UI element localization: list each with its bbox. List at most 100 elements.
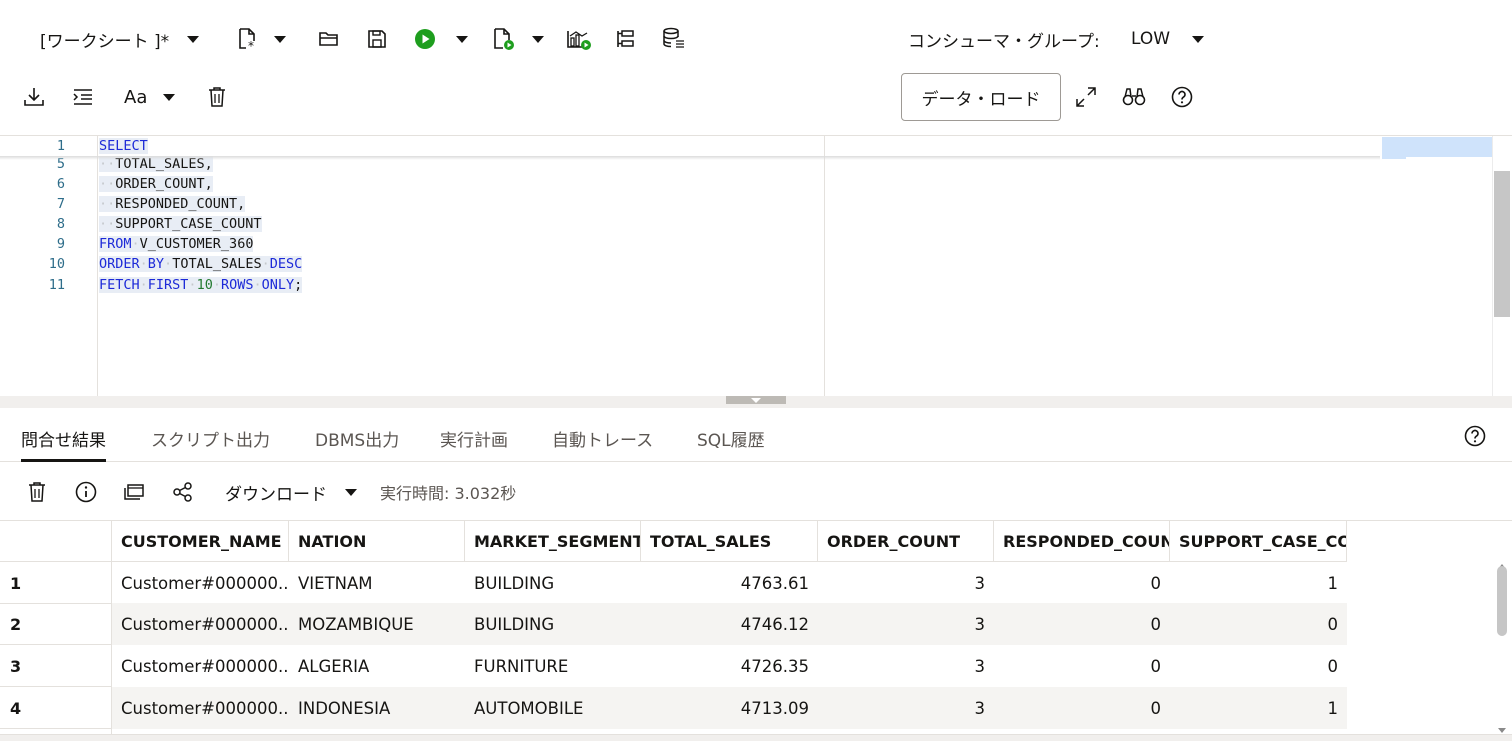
table-cell[interactable]: ALGERIA [289, 645, 465, 687]
column-header-nation[interactable]: NATION [289, 521, 465, 562]
table-row[interactable]: 4 Customer#000000... INDONESIA AUTOMOBILE 47… [0, 687, 1347, 729]
save-icon [367, 29, 387, 49]
new-file-button[interactable]: * [236, 22, 286, 56]
code-token: ·· [99, 176, 116, 192]
table-cell[interactable]: 3 [818, 562, 994, 604]
chevron-down-icon [163, 93, 176, 101]
run-script-icon [492, 27, 516, 51]
table-row[interactable]: 2 Customer#000000... MOZAMBIQUE BUILDING 474… [0, 603, 1347, 645]
info-button[interactable] [75, 478, 97, 506]
main-toolbar: [ワークシート ]* * コンシューマ・グループ: LOW [0, 0, 1512, 78]
code-line: ··ORDER_COUNT, [99, 174, 213, 194]
editor-scrollbar[interactable] [1494, 171, 1510, 317]
find-button[interactable] [1122, 86, 1146, 112]
column-header-order-count[interactable]: ORDER_COUNT [818, 521, 994, 562]
explain-plan-button[interactable] [566, 22, 592, 56]
table-cell[interactable]: 1 [1170, 687, 1347, 729]
column-header-total-sales[interactable]: TOTAL_SALES [641, 521, 818, 562]
table-cell[interactable]: AUTOMOBILE [465, 687, 641, 729]
collapse-handle[interactable] [726, 396, 786, 404]
results-toolbar: ダウンロード 実行時間: 3.032秒 [0, 462, 1512, 520]
tab-script-output[interactable]: スクリプト出力 [151, 426, 270, 462]
chevron-down-icon[interactable] [532, 35, 544, 43]
chevron-down-icon[interactable] [456, 35, 468, 43]
table-cell[interactable]: MOZAMBIQUE [289, 603, 465, 645]
tab-autotrace[interactable]: 自動トレース [552, 426, 653, 462]
sql-history-button[interactable] [662, 22, 686, 56]
tab-explain-plan[interactable]: 実行計画 [440, 426, 508, 462]
table-cell[interactable]: 0 [994, 562, 1170, 604]
line-number: 10 [48, 256, 65, 272]
clear-results-button[interactable] [27, 478, 47, 506]
table-cell[interactable]: BUILDING [465, 603, 641, 645]
code-token: ROWS [220, 277, 254, 293]
table-cell[interactable]: 3 [818, 687, 994, 729]
share-button[interactable] [172, 478, 194, 506]
worksheet-selector[interactable]: [ワークシート ]* [40, 22, 200, 56]
table-cell[interactable]: Customer#000000... [112, 645, 289, 687]
help-button[interactable] [1171, 86, 1193, 112]
download-icon [23, 86, 45, 108]
table-row[interactable]: 3 Customer#000000... ALGERIA FURNITURE 4726.… [0, 645, 1347, 687]
table-cell[interactable]: 4726.35 [641, 645, 818, 687]
run-button[interactable] [414, 22, 468, 56]
download-dropdown[interactable]: ダウンロード [225, 478, 357, 506]
table-cell[interactable]: 0 [994, 603, 1170, 645]
table-cell[interactable]: 0 [1170, 645, 1347, 687]
column-header-support-case-count[interactable]: SUPPORT_CASE_COUNT [1170, 521, 1347, 562]
expand-button[interactable] [1075, 86, 1097, 112]
download-button[interactable] [23, 80, 45, 114]
autotrace-icon [615, 29, 637, 49]
font-size-button[interactable]: Aa [124, 80, 176, 114]
table-row[interactable]: 1 Customer#000000... VIETNAM BUILDING 4763.6… [0, 562, 1347, 604]
run-script-button[interactable] [492, 22, 544, 56]
column-header-customer-name[interactable]: CUSTOMER_NAME [112, 521, 289, 562]
table-cell[interactable]: 4746.12 [641, 603, 818, 645]
minimap[interactable] [1382, 137, 1492, 157]
format-button[interactable] [72, 80, 94, 114]
code-token: TOTAL_SALES [172, 256, 262, 272]
scroll-down-icon[interactable] [1498, 728, 1506, 733]
save-button[interactable] [367, 22, 387, 56]
autotrace-button[interactable] [615, 22, 637, 56]
chevron-down-icon[interactable] [274, 35, 286, 43]
table-cell[interactable]: Customer#000000... [112, 562, 289, 604]
tab-query-result[interactable]: 問合せ結果 [21, 426, 106, 462]
clear-button[interactable] [207, 80, 227, 114]
code-token: · [164, 256, 173, 272]
table-cell[interactable]: FURNITURE [465, 645, 641, 687]
tab-dbms-output[interactable]: DBMS出力 [315, 426, 399, 462]
column-header-responded-count[interactable]: RESPONDED_COUNT [994, 521, 1170, 562]
results-help-button[interactable] [1464, 425, 1486, 451]
table-cell[interactable]: VIETNAM [289, 562, 465, 604]
table-cell[interactable]: 0 [1170, 603, 1347, 645]
grid-scrollbar[interactable] [1497, 566, 1507, 636]
open-button[interactable] [318, 22, 340, 56]
table-cell[interactable]: Customer#000000... [112, 687, 289, 729]
code-area[interactable]: SELECT ··TOTAL_SALES, ··ORDER_COUNT, ··RESP… [99, 136, 825, 397]
table-cell[interactable]: 0 [994, 687, 1170, 729]
consumer-group-select[interactable]: LOW [1131, 22, 1205, 56]
record-view-icon [123, 482, 145, 502]
data-load-button[interactable]: データ・ロード [901, 73, 1061, 121]
table-cell[interactable]: 1 [1170, 562, 1347, 604]
expand-icon [1075, 86, 1097, 108]
horizontal-scrollbar[interactable] [0, 734, 1512, 741]
delete-icon [27, 481, 47, 503]
table-cell[interactable]: 4713.09 [641, 687, 818, 729]
code-token: ·· [99, 216, 116, 232]
table-cell[interactable]: 3 [818, 603, 994, 645]
sql-editor[interactable]: 1 5 6 7 8 9 10 11 SELECT ··TOTAL_SALES, ··ORDER_C… [0, 135, 1512, 397]
consumer-group-label: コンシューマ・グループ: [908, 31, 1100, 52]
tab-sql-history[interactable]: SQL履歴 [697, 426, 765, 462]
code-token: V_CUSTOMER_360 [139, 236, 254, 252]
column-header-market-segment[interactable]: MARKET_SEGMENT [465, 521, 641, 562]
single-record-view-button[interactable] [123, 478, 145, 506]
table-cell[interactable]: 3 [818, 645, 994, 687]
table-cell[interactable]: Customer#000000... [112, 603, 289, 645]
table-cell[interactable]: 0 [994, 645, 1170, 687]
table-cell[interactable]: 4763.61 [641, 562, 818, 604]
code-token: DESC [269, 256, 303, 272]
table-cell[interactable]: BUILDING [465, 562, 641, 604]
table-cell[interactable]: INDONESIA [289, 687, 465, 729]
